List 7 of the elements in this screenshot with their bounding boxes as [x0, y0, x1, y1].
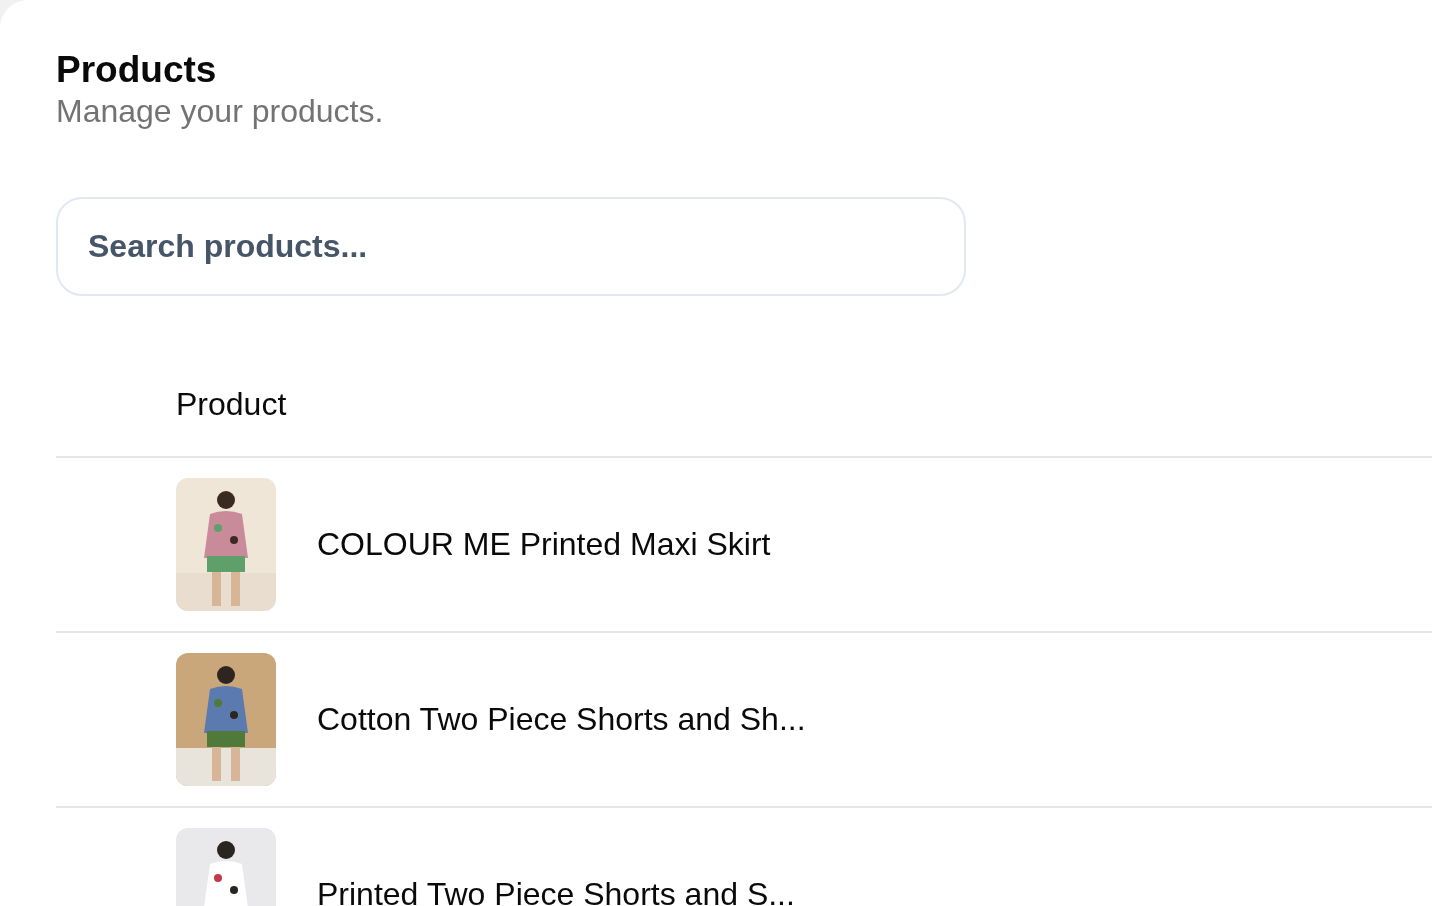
column-header: Product: [176, 384, 287, 424]
product-name: Printed Two Piece Shorts and S...: [317, 875, 795, 906]
page-subtitle: Manage your products.: [56, 92, 385, 131]
product-name: COLOUR ME Printed Maxi Skirt: [317, 525, 771, 565]
search-field[interactable]: Search products...: [56, 196, 966, 296]
product-name: Cotton Two Piece Shorts and Sh...: [317, 700, 806, 740]
page-title: Products: [56, 48, 218, 92]
